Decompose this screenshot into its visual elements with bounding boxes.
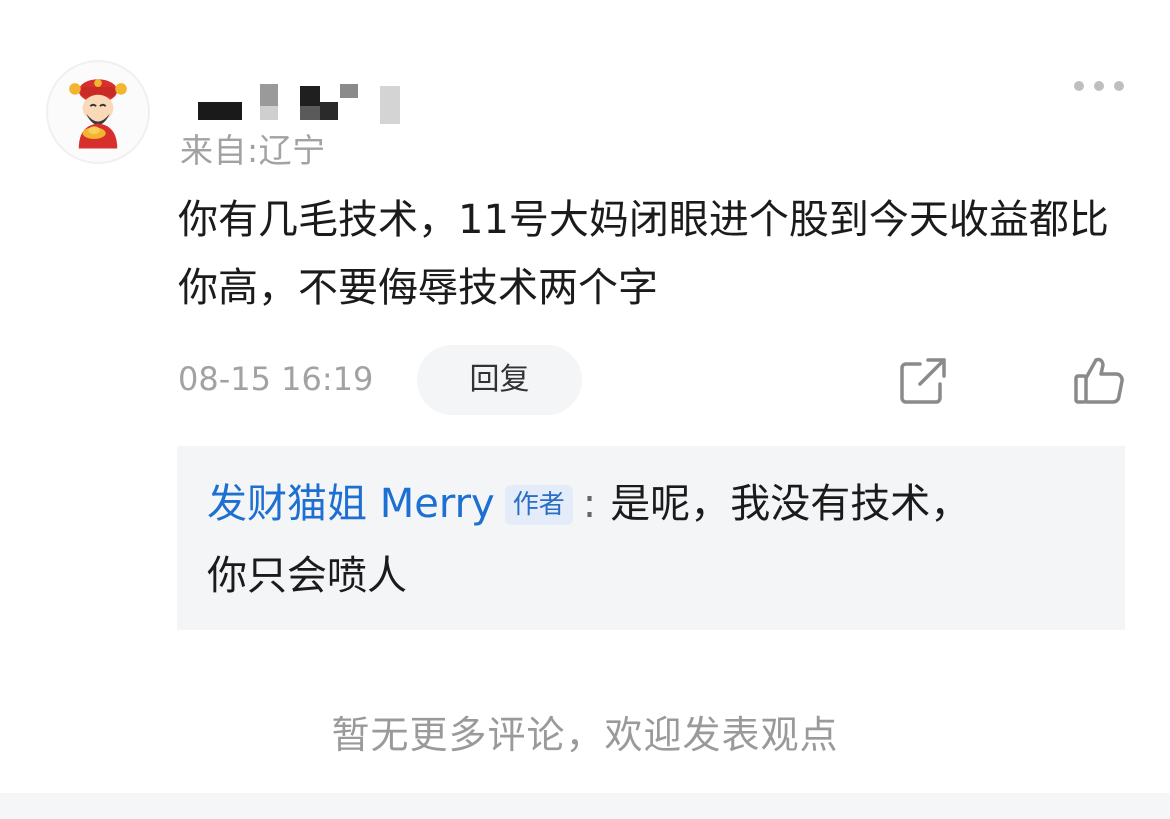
reply-text-line-1: 是呢，我没有技术， bbox=[610, 481, 971, 527]
user-avatar[interactable] bbox=[46, 60, 150, 164]
comment-page: 来自:辽宁 你有几毛技术，11号大妈闭眼进个股到今天收益都比你高，不要侮辱技术两… bbox=[0, 0, 1170, 819]
reply-colon: : bbox=[582, 481, 597, 527]
reply-author-link[interactable]: 发财猫姐 Merry bbox=[207, 481, 495, 527]
bottom-divider bbox=[0, 793, 1170, 819]
location-label: 来自:辽宁 bbox=[180, 131, 326, 170]
reply-line-1: 发财猫姐 Merry 作者: 是呢，我没有技术， bbox=[207, 478, 970, 530]
username-redacted bbox=[198, 84, 404, 124]
thumbs-up-icon[interactable] bbox=[1072, 354, 1126, 406]
comment-text: 你有几毛技术，11号大妈闭眼进个股到今天收益都比你高，不要侮辱技术两个字 bbox=[178, 197, 1109, 311]
share-icon[interactable] bbox=[898, 356, 948, 406]
comment-timestamp: 08-15 16:19 bbox=[178, 360, 374, 398]
god-of-wealth-avatar-icon bbox=[49, 63, 147, 161]
no-more-comments-text: 暂无更多评论，欢迎发表观点 bbox=[331, 713, 839, 757]
more-dots-icon[interactable] bbox=[1074, 76, 1124, 96]
author-reply-box: 发财猫姐 Merry 作者: 是呢，我没有技术， 你只会喷人 bbox=[177, 446, 1125, 630]
reply-text-line-2: 你只会喷人 bbox=[207, 553, 407, 599]
author-badge: 作者 bbox=[504, 485, 573, 525]
reply-button[interactable]: 回复 bbox=[417, 345, 582, 415]
